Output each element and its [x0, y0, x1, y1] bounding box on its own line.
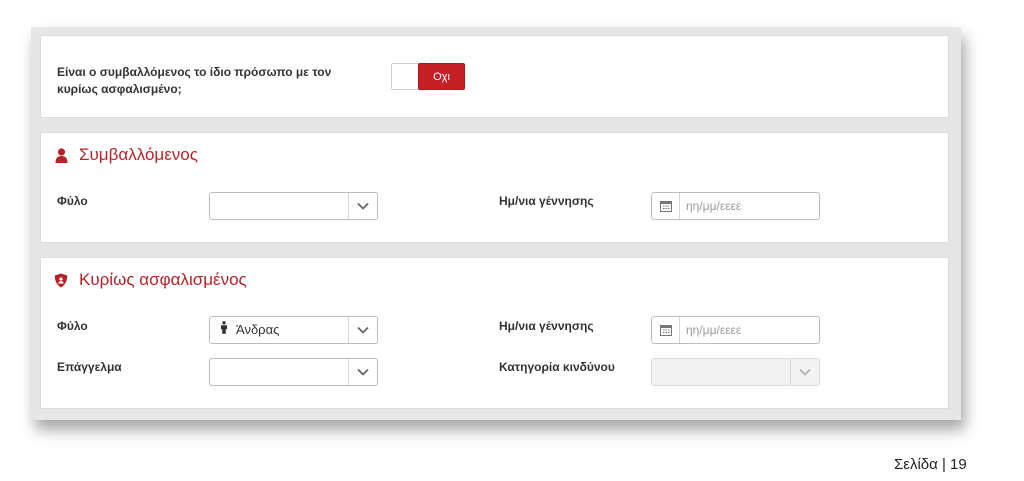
- question-line-2: κυρίως ασφαλισμένο;: [57, 82, 182, 96]
- calendar-icon[interactable]: [652, 193, 680, 219]
- insured-section-title: Κυρίως ασφαλισμένος: [53, 270, 247, 290]
- contractor-section-title: Συμβαλλόμενος: [53, 145, 198, 165]
- form-container: Είναι ο συμβαλλόμενος το ίδιο πρόσωπο με…: [31, 27, 961, 420]
- contractor-panel: Συμβαλλόμενος Φύλο Ημ/νια γέννησης: [40, 132, 949, 243]
- toggle-no-option[interactable]: Οχι: [418, 63, 465, 90]
- page-number: Σελίδα | 19: [894, 456, 967, 473]
- risk-category-select[interactable]: [651, 358, 820, 386]
- risk-category-label: Κατηγορία κινδύνου: [499, 360, 615, 374]
- contractor-title-text: Συμβαλλόμενος: [79, 145, 198, 164]
- calendar-icon[interactable]: [652, 317, 680, 343]
- same-person-toggle[interactable]: Οχι: [391, 63, 465, 90]
- occupation-select[interactable]: [209, 358, 378, 386]
- question-line-1: Είναι ο συμβαλλόμενος το ίδιο πρόσωπο με…: [57, 65, 332, 79]
- chevron-down-icon[interactable]: [348, 317, 377, 343]
- contractor-dob-input[interactable]: [680, 198, 808, 214]
- same-person-question: Είναι ο συμβαλλόμενος το ίδιο πρόσωπο με…: [57, 64, 357, 98]
- same-person-panel: Είναι ο συμβαλλόμενος το ίδιο πρόσωπο με…: [40, 35, 949, 118]
- insured-panel: Κυρίως ασφαλισμένος Φύλο Άνδρας Ημ/νια γ…: [40, 257, 949, 409]
- contractor-gender-label: Φύλο: [57, 194, 88, 208]
- male-icon: [220, 317, 228, 343]
- contractor-dob-label: Ημ/νια γέννησης: [499, 194, 594, 208]
- insured-dob-field[interactable]: [651, 316, 820, 344]
- insured-gender-value: Άνδρας: [236, 322, 280, 337]
- person-icon: [53, 147, 69, 163]
- insured-gender-select[interactable]: Άνδρας: [209, 316, 378, 344]
- shield-icon: [53, 272, 69, 288]
- chevron-down-icon[interactable]: [348, 193, 377, 219]
- insured-dob-input[interactable]: [680, 322, 808, 338]
- insured-gender-label: Φύλο: [57, 319, 88, 333]
- occupation-label: Επάγγελμα: [57, 360, 122, 374]
- contractor-gender-select[interactable]: [209, 192, 378, 220]
- insured-dob-label: Ημ/νια γέννησης: [499, 319, 594, 333]
- chevron-down-icon[interactable]: [348, 359, 377, 385]
- insured-gender-display: Άνδρας: [220, 317, 279, 343]
- contractor-dob-field[interactable]: [651, 192, 820, 220]
- insured-title-text: Κυρίως ασφαλισμένος: [79, 270, 247, 289]
- chevron-down-icon[interactable]: [790, 359, 819, 385]
